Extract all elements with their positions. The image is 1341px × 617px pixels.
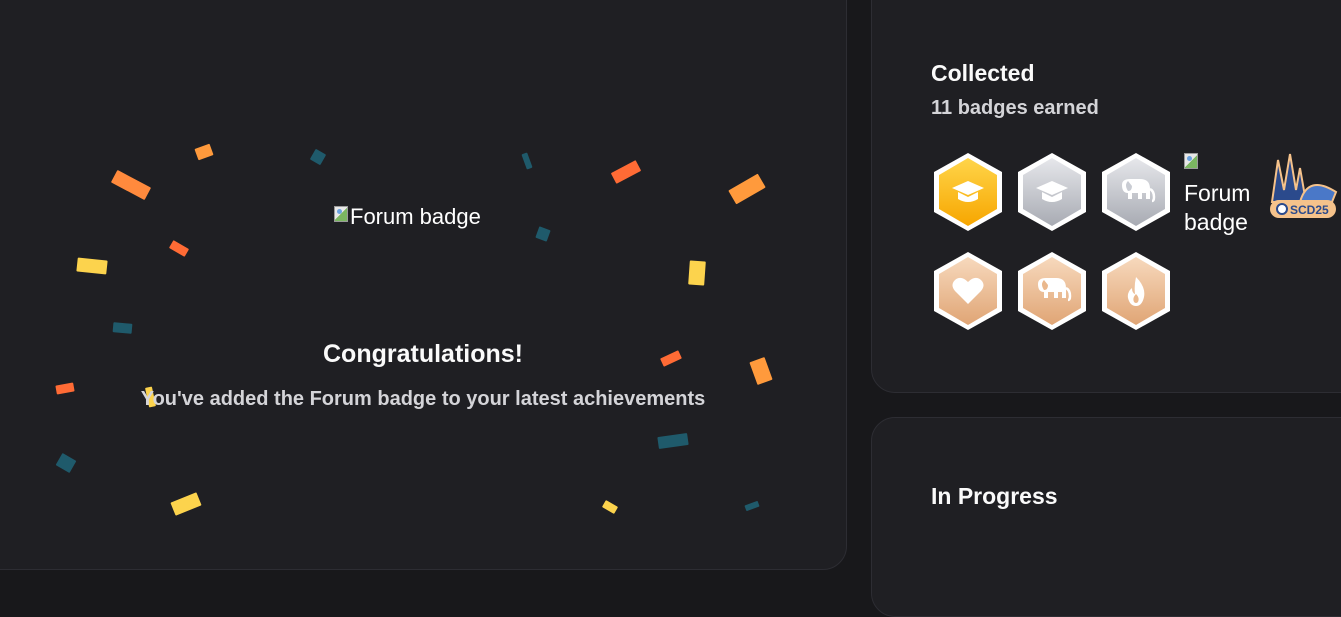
scd-badge-label: SCD25 (1290, 203, 1329, 217)
in-progress-title: In Progress (931, 483, 1058, 509)
forum-badge-image: Forum badge (334, 204, 481, 230)
broken-image-icon (334, 206, 348, 222)
badge-silver-graduation[interactable] (1014, 151, 1090, 233)
confetti-piece (112, 322, 133, 334)
congratulations-card (0, 0, 847, 570)
collected-title: Collected (931, 60, 1035, 86)
confetti-piece (688, 260, 706, 286)
forum-badge-alt-text: Forum badge (1184, 180, 1251, 235)
forum-badge-broken-image[interactable]: Forum badge (1184, 150, 1264, 237)
badge-scd25-event[interactable]: SCD25 (1266, 150, 1341, 222)
badges-earned-count: 11 badges earned (931, 97, 1099, 119)
confetti-piece (76, 257, 108, 275)
badge-silver-elephant[interactable] (1098, 151, 1174, 233)
badge-bronze-flame[interactable] (1098, 250, 1174, 332)
badge-bronze-elephant[interactable] (1014, 250, 1090, 332)
congratulations-title: Congratulations! (323, 340, 523, 368)
forum-badge-alt-text: Forum badge (350, 204, 481, 229)
in-progress-card (871, 417, 1341, 617)
broken-image-icon (1184, 153, 1198, 169)
badge-bronze-heart[interactable] (930, 250, 1006, 332)
congratulations-message: You've added the Forum badge to your lat… (140, 388, 706, 410)
badge-gold-graduation[interactable] (930, 151, 1006, 233)
